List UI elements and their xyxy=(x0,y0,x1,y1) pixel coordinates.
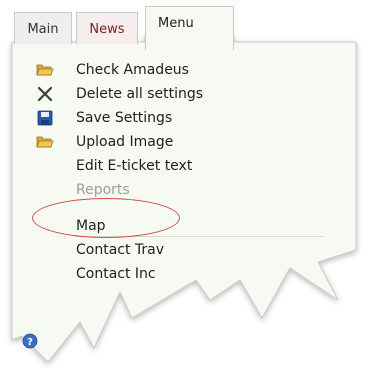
menu-item-upload-image[interactable]: Upload Image xyxy=(36,130,296,154)
menu-item-check-amadeus[interactable]: Check Amadeus xyxy=(36,58,296,82)
floppy-disk-icon xyxy=(36,110,54,126)
menu-item-delete-all-settings[interactable]: Delete all settings xyxy=(36,82,296,106)
folder-open-icon xyxy=(36,62,54,78)
tab-news-label: News xyxy=(89,22,125,37)
menu-screenshot: Main News Menu Check Amadeus Delete all … xyxy=(0,0,370,368)
menu-item-reports: Reports xyxy=(36,178,296,202)
menu-item-save-settings[interactable]: Save Settings xyxy=(36,106,296,130)
menu-item-label: Save Settings xyxy=(76,110,173,126)
menu-item-edit-eticket-text[interactable]: Edit E-ticket text xyxy=(36,154,296,178)
close-x-icon xyxy=(36,86,54,102)
menu-item-label: Check Amadeus xyxy=(76,62,189,78)
menu-item-label: Delete all settings xyxy=(76,86,204,102)
tab-menu[interactable]: Menu xyxy=(145,6,234,50)
menu-list: Check Amadeus Delete all settings Save S… xyxy=(36,58,296,286)
folder-open-icon xyxy=(36,134,54,150)
menu-item-contact-inc[interactable]: Contact Inc xyxy=(36,262,296,286)
help-icon[interactable]: ? xyxy=(22,333,38,349)
svg-text:?: ? xyxy=(27,337,33,348)
menu-item-label: Contact Inc xyxy=(76,266,156,282)
tab-menu-label: Menu xyxy=(158,16,194,31)
tab-main-label: Main xyxy=(27,22,59,37)
tab-main[interactable]: Main xyxy=(14,12,72,44)
menu-item-label: Reports xyxy=(76,182,130,198)
tab-news[interactable]: News xyxy=(76,12,138,44)
menu-item-label: Contact Trav xyxy=(76,242,165,258)
menu-item-label: Edit E-ticket text xyxy=(76,158,193,174)
highlight-circle xyxy=(32,198,180,238)
menu-item-contact-travel[interactable]: Contact Trav xyxy=(36,238,296,262)
menu-item-label: Upload Image xyxy=(76,134,174,150)
